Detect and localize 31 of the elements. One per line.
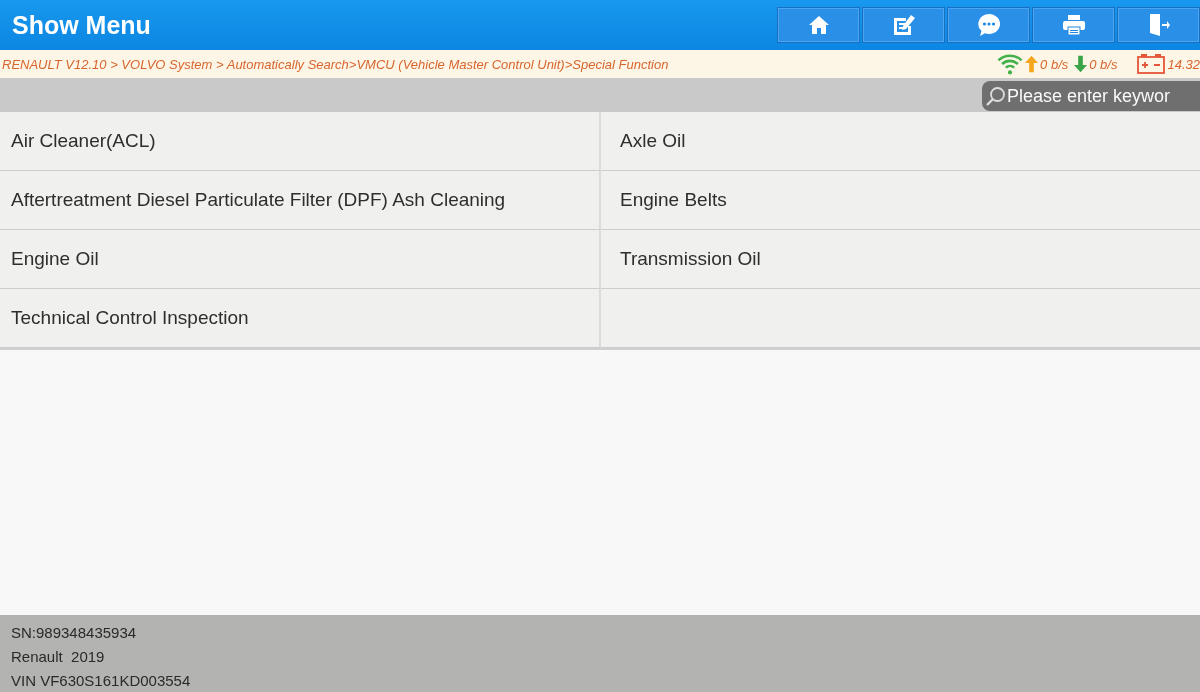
home-button[interactable] xyxy=(777,7,860,43)
wifi-icon xyxy=(997,53,1024,75)
upload-arrow-icon xyxy=(1025,55,1039,73)
menu-item[interactable]: Aftertreatment Diesel Particulate Filter (DPF) Ash Cleaning xyxy=(0,171,601,230)
menu-item[interactable]: Air Cleaner(ACL) xyxy=(0,112,601,171)
chat-icon xyxy=(977,14,1000,36)
chat-button[interactable] xyxy=(947,7,1030,43)
vehicle-info-line: SN:989348435934 xyxy=(11,623,138,643)
exit-door-icon xyxy=(1147,14,1170,36)
search-icon xyxy=(986,86,1006,106)
menu-item[interactable]: Axle Oil xyxy=(601,112,1200,171)
download-arrow-icon xyxy=(1074,55,1088,73)
menu-item[interactable]: Engine Belts xyxy=(601,171,1200,230)
home-icon xyxy=(808,16,829,34)
exit-button[interactable] xyxy=(1117,7,1200,43)
printer-icon xyxy=(1062,15,1085,35)
vehicle-info-line: VIN VF630S161KD003554 xyxy=(11,671,192,691)
vehicle-info-line: Renault 2019 xyxy=(11,647,106,667)
menu-item[interactable]: Transmission Oil xyxy=(601,230,1200,289)
screen-title: Show Menu xyxy=(12,10,151,40)
download-rate: 0 b/s xyxy=(1089,56,1118,72)
edit-button[interactable] xyxy=(862,7,945,43)
upload-rate: 0 b/s xyxy=(1040,56,1069,72)
menu-item[interactable]: Engine Oil xyxy=(0,230,601,289)
voltage-reading: 14.32 xyxy=(1167,56,1200,72)
print-button[interactable] xyxy=(1032,7,1115,43)
search-field[interactable]: Please enter keywor xyxy=(982,81,1200,111)
battery-icon xyxy=(1137,54,1166,74)
menu-item[interactable]: Technical Control Inspection xyxy=(0,289,601,348)
edit-icon xyxy=(892,15,915,35)
breadcrumb-path: RENAULT V12.10 > VOLVO System > Automatically Search>VMCU (Vehicle Master Control Unit)>Special Function xyxy=(2,56,669,72)
